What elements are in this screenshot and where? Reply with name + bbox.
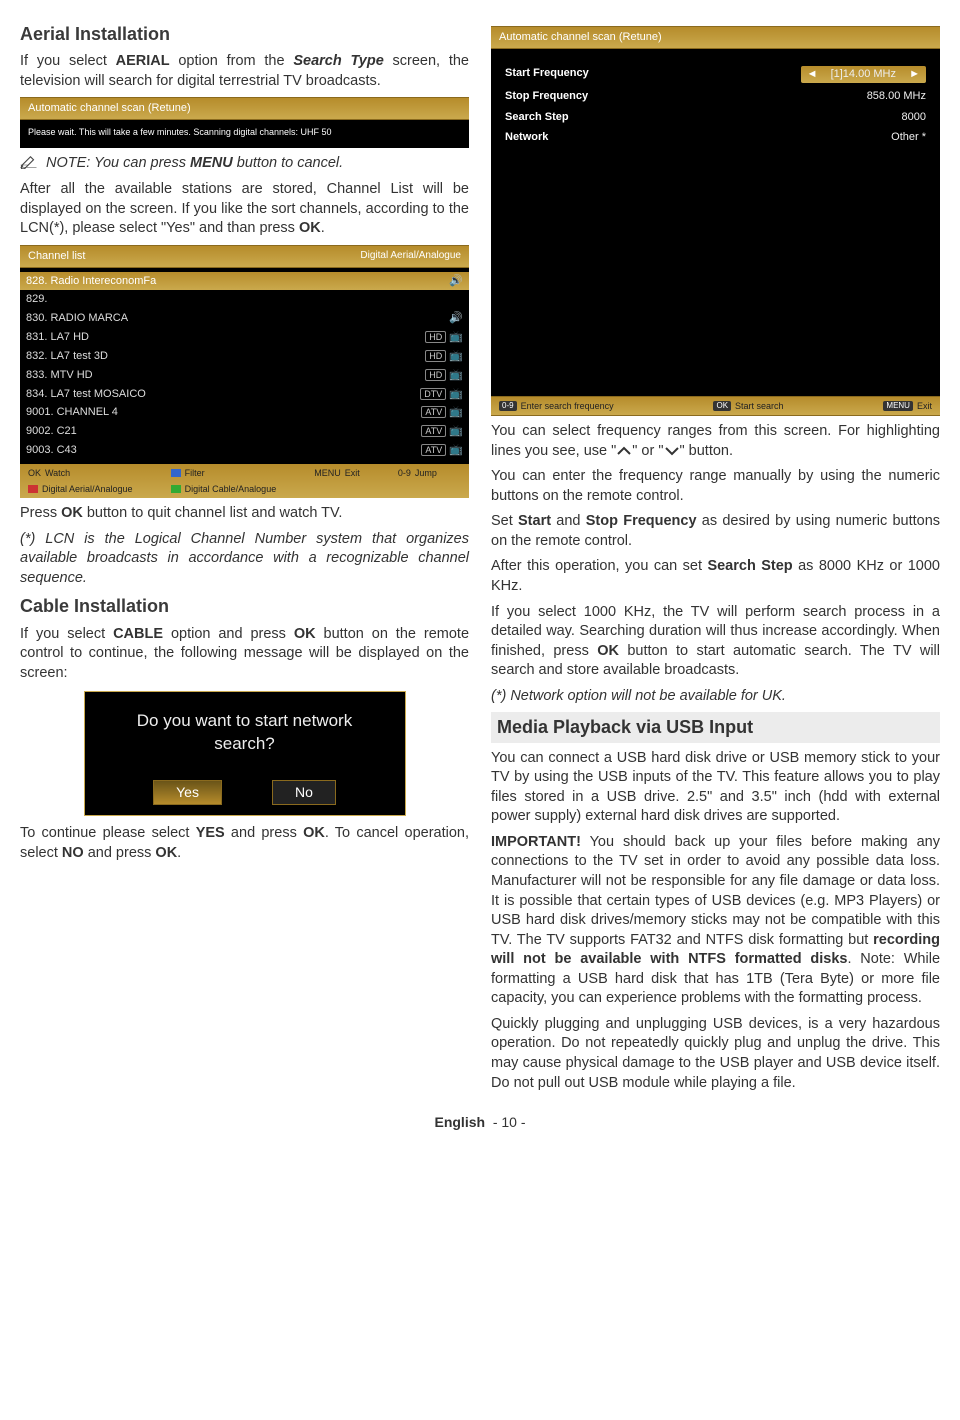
list-item: 9002. C21ATV 📺 bbox=[20, 422, 469, 441]
note-menu-cancel: NOTE: You can press MENU button to cance… bbox=[20, 154, 469, 174]
screenshot-channel-list: Channel list Digital Aerial/Analogue 828… bbox=[20, 245, 469, 499]
list-item: 830. RADIO MARCA🔊 bbox=[20, 309, 469, 328]
screenshot-retune-progress: Automatic channel scan (Retune) Please w… bbox=[20, 97, 469, 148]
freq-range-text: You can select frequency ranges from thi… bbox=[491, 422, 940, 461]
lcn-footnote: (*) LCN is the Logical Channel Number sy… bbox=[20, 530, 469, 589]
usb-para2: IMPORTANT! You should back up your files… bbox=[491, 833, 940, 1009]
manual-freq-text: You can enter the frequency range manual… bbox=[491, 467, 940, 506]
list-item: 832. LA7 test 3DHD 📺 bbox=[20, 347, 469, 366]
pencil-icon bbox=[20, 155, 38, 169]
list-item: 829. bbox=[20, 290, 469, 309]
cable-intro: If you select CABLE option and press OK … bbox=[20, 625, 469, 684]
thousand-khz-text: If you select 1000 KHz, the TV will perf… bbox=[491, 603, 940, 681]
list-item: 834. LA7 test MOSAICODTV 📺 bbox=[20, 385, 469, 404]
chevron-down-icon bbox=[664, 446, 680, 456]
usb-para3: Quickly plugging and unplugging USB devi… bbox=[491, 1015, 940, 1093]
channel-list-rows: 828. Radio IntereconomFa🔊 829. 830. RADI… bbox=[20, 268, 469, 464]
network-footnote: (*) Network option will not be available… bbox=[491, 687, 940, 707]
screenshot-network-search-dialog: Do you want to start network search? Yes… bbox=[84, 691, 406, 816]
chevron-up-icon bbox=[616, 446, 632, 456]
heading-aerial-installation: Aerial Installation bbox=[20, 22, 469, 46]
press-ok-text: Press OK button to quit channel list and… bbox=[20, 504, 469, 524]
set-freq-text: Set Start and Stop Frequency as desired … bbox=[491, 512, 940, 551]
heading-cable-installation: Cable Installation bbox=[20, 594, 469, 618]
list-item: 9001. CHANNEL 4ATV 📺 bbox=[20, 403, 469, 422]
dialog-no-button: No bbox=[272, 780, 336, 805]
heading-media-playback: Media Playback via USB Input bbox=[491, 712, 940, 742]
list-item: 9003. C43ATV 📺 bbox=[20, 441, 469, 460]
page-footer: English - 10 - bbox=[20, 1113, 940, 1132]
after-scan-text: After all the available stations are sto… bbox=[20, 180, 469, 239]
screenshot-freq-scan: Automatic channel scan (Retune) Start Fr… bbox=[491, 26, 940, 416]
continue-text: To continue please select YES and press … bbox=[20, 824, 469, 863]
list-item: 828. Radio IntereconomFa🔊 bbox=[20, 272, 469, 291]
search-step-text: After this operation, you can set Search… bbox=[491, 557, 940, 596]
dialog-yes-button: Yes bbox=[153, 780, 222, 805]
list-item: 831. LA7 HDHD 📺 bbox=[20, 328, 469, 347]
aerial-intro: If you select AERIAL option from the Sea… bbox=[20, 52, 469, 91]
usb-para1: You can connect a USB hard disk drive or… bbox=[491, 749, 940, 827]
list-item: 833. MTV HDHD 📺 bbox=[20, 366, 469, 385]
